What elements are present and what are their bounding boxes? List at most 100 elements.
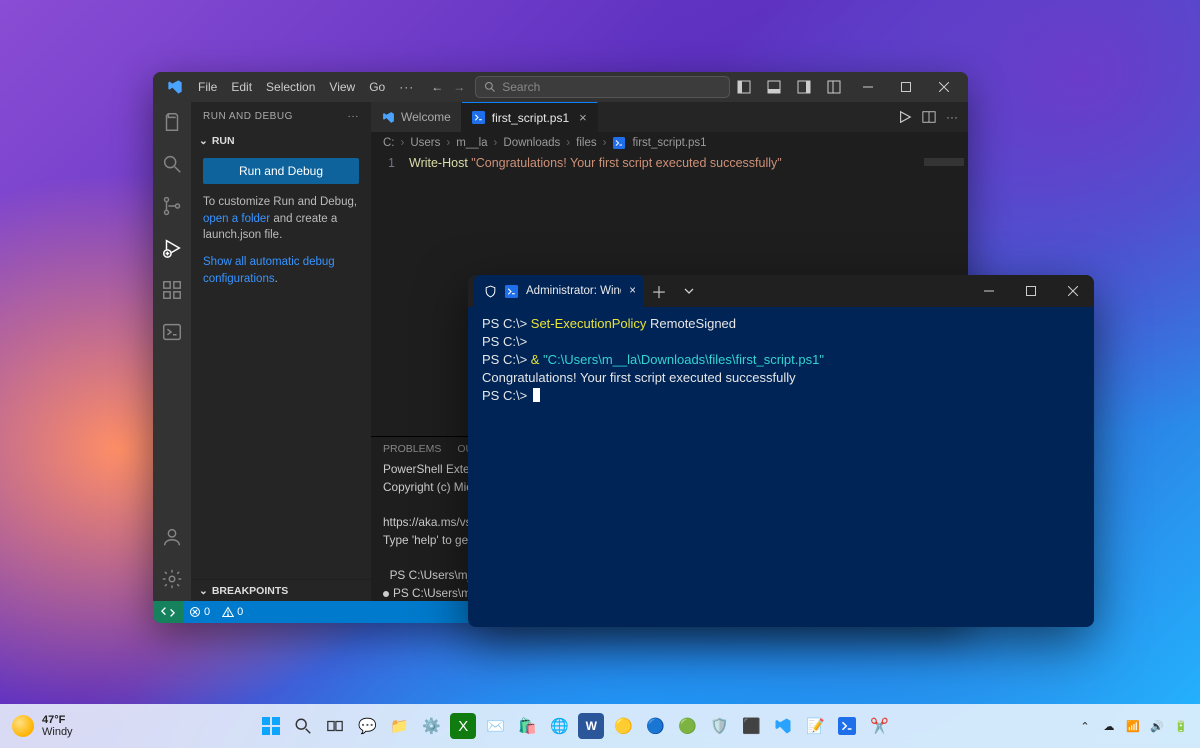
accounts-icon[interactable] xyxy=(160,525,184,549)
window-minimize-icon[interactable] xyxy=(850,72,886,102)
taskbar-search-icon[interactable] xyxy=(290,713,316,739)
activity-bar xyxy=(153,102,191,601)
search-placeholder: Search xyxy=(502,80,540,94)
terminal-tab-close-icon[interactable]: × xyxy=(629,285,636,297)
powershell-file-icon xyxy=(612,136,626,150)
nav-forward-icon[interactable]: → xyxy=(453,80,465,94)
chevron-down-icon[interactable]: ⌄ xyxy=(199,135,208,147)
search-icon xyxy=(484,81,496,93)
word-icon[interactable]: W xyxy=(578,713,604,739)
tray-battery-icon[interactable]: 🔋 xyxy=(1174,719,1188,733)
run-and-debug-button[interactable]: Run and Debug xyxy=(203,158,359,184)
powershell-taskbar-icon[interactable] xyxy=(834,713,860,739)
edge-dev-icon[interactable]: 🟢 xyxy=(674,713,700,739)
tray-chevron-icon[interactable]: ⌃ xyxy=(1078,719,1092,733)
weather-icon xyxy=(12,715,34,737)
windows-taskbar[interactable]: 47°F Windy 💬 📁 ⚙️ X ✉️ 🛍️ 🌐 W 🟡 🔵 🟢 🛡️ ⬛… xyxy=(0,704,1200,748)
panel-title: RUN AND DEBUG xyxy=(203,111,293,122)
edge-icon[interactable]: 🌐 xyxy=(546,713,572,739)
section-run-title: RUN xyxy=(212,135,235,147)
tab-first-script[interactable]: first_script.ps1 × xyxy=(462,102,598,132)
terminal-tab-title: Administrator: Windows Powe xyxy=(526,285,621,297)
terminal-close-icon[interactable] xyxy=(1052,276,1094,306)
extensions-icon[interactable] xyxy=(160,278,184,302)
status-errors[interactable]: 0 xyxy=(183,606,216,618)
run-debug-icon[interactable] xyxy=(160,236,184,260)
vscode-taskbar-icon[interactable] xyxy=(770,713,796,739)
menu-file[interactable]: File xyxy=(191,72,224,102)
menu-selection[interactable]: Selection xyxy=(259,72,322,102)
powershell-file-icon xyxy=(472,111,486,125)
xbox-icon[interactable]: X xyxy=(450,713,476,739)
taskbar-weather[interactable]: 47°F Windy xyxy=(12,714,73,738)
vscode-titlebar[interactable]: File Edit Selection View Go ··· ← → Sear… xyxy=(153,72,968,102)
security-icon[interactable]: 🛡️ xyxy=(706,713,732,739)
command-center-search[interactable]: Search xyxy=(475,76,730,98)
start-button-icon[interactable] xyxy=(258,713,284,739)
layout-custom-icon[interactable] xyxy=(820,72,848,102)
window-maximize-icon[interactable] xyxy=(888,72,924,102)
powershell-tab-icon xyxy=(505,285,518,298)
terminal-tab-dropdown-icon[interactable] xyxy=(674,286,704,296)
powershell-activity-icon[interactable] xyxy=(160,320,184,344)
settings-icon[interactable]: ⚙️ xyxy=(418,713,444,739)
run-debug-panel: RUN AND DEBUG ··· ⌄ RUN Run and Debug To… xyxy=(191,102,371,601)
vscode-logo-icon xyxy=(167,79,183,95)
nav-back-icon[interactable]: ← xyxy=(431,80,443,94)
minimap[interactable] xyxy=(924,158,964,166)
terminal-taskbar-icon[interactable]: ⬛ xyxy=(738,713,764,739)
file-explorer-icon[interactable]: 📁 xyxy=(386,713,412,739)
auto-debug-link[interactable]: Show all automatic debug configurations xyxy=(203,256,335,285)
tab-close-icon[interactable]: × xyxy=(579,110,587,125)
tray-volume-icon[interactable]: 🔊 xyxy=(1150,719,1164,733)
edge-canary-icon[interactable]: 🟡 xyxy=(610,713,636,739)
taskbar-center: 💬 📁 ⚙️ X ✉️ 🛍️ 🌐 W 🟡 🔵 🟢 🛡️ ⬛ 📝 ✂️ xyxy=(258,713,892,739)
status-warnings[interactable]: 0 xyxy=(216,606,249,618)
snipping-tool-icon[interactable]: ✂️ xyxy=(866,713,892,739)
vscode-tab-icon xyxy=(381,110,395,124)
menu-go[interactable]: Go xyxy=(362,72,392,102)
admin-shield-icon xyxy=(484,285,497,298)
settings-gear-icon[interactable] xyxy=(160,567,184,591)
run-file-icon[interactable] xyxy=(898,110,912,124)
menu-edit[interactable]: Edit xyxy=(224,72,259,102)
source-control-icon[interactable] xyxy=(160,194,184,218)
menu-view[interactable]: View xyxy=(322,72,362,102)
notepad-icon[interactable]: 📝 xyxy=(802,713,828,739)
terminal-titlebar[interactable]: Administrator: Windows Powe × ＋ xyxy=(468,275,1094,307)
editor-tabbar: Welcome first_script.ps1 × ··· xyxy=(371,102,968,132)
remote-indicator-icon[interactable] xyxy=(153,601,183,623)
terminal-body[interactable]: PS C:\> Set-ExecutionPolicy RemoteSigned… xyxy=(468,307,1094,627)
system-tray[interactable]: ⌃ ☁ 📶 🔊 🔋 xyxy=(1078,719,1188,733)
widgets-icon[interactable]: 💬 xyxy=(354,713,380,739)
split-editor-icon[interactable] xyxy=(922,110,936,124)
editor-more-icon[interactable]: ··· xyxy=(946,110,958,124)
store-icon[interactable]: 🛍️ xyxy=(514,713,540,739)
window-close-icon[interactable] xyxy=(926,72,962,102)
mail-icon[interactable]: ✉️ xyxy=(482,713,508,739)
terminal-minimize-icon[interactable] xyxy=(968,276,1010,306)
panel-tab-problems[interactable]: PROBLEMS xyxy=(383,443,441,455)
search-activity-icon[interactable] xyxy=(160,152,184,176)
open-folder-link[interactable]: open a folder xyxy=(203,213,270,225)
section-breakpoints-title: BREAKPOINTS xyxy=(212,585,288,597)
task-view-icon[interactable] xyxy=(322,713,348,739)
tray-wifi-icon[interactable]: 📶 xyxy=(1126,719,1140,733)
tab-welcome[interactable]: Welcome xyxy=(371,102,462,132)
layout-right-icon[interactable] xyxy=(790,72,818,102)
terminal-tab[interactable]: Administrator: Windows Powe × xyxy=(474,275,644,307)
tray-onedrive-icon[interactable]: ☁ xyxy=(1102,719,1116,733)
menu-overflow-icon[interactable]: ··· xyxy=(392,72,421,102)
panel-more-icon[interactable]: ··· xyxy=(348,111,360,122)
chevron-down-icon[interactable]: ⌄ xyxy=(199,585,208,597)
edge-beta-icon[interactable]: 🔵 xyxy=(642,713,668,739)
explorer-icon[interactable] xyxy=(160,110,184,134)
layout-left-icon[interactable] xyxy=(730,72,758,102)
terminal-new-tab-icon[interactable]: ＋ xyxy=(644,279,674,303)
line-number: 1 xyxy=(371,156,409,170)
layout-bottom-icon[interactable] xyxy=(760,72,788,102)
windows-terminal-window: Administrator: Windows Powe × ＋ PS C:\> … xyxy=(468,275,1094,627)
terminal-maximize-icon[interactable] xyxy=(1010,276,1052,306)
breadcrumb[interactable]: C:› Users› m__la› Downloads› files› firs… xyxy=(371,132,968,154)
customize-hint: To customize Run and Debug, open a folde… xyxy=(203,194,359,244)
